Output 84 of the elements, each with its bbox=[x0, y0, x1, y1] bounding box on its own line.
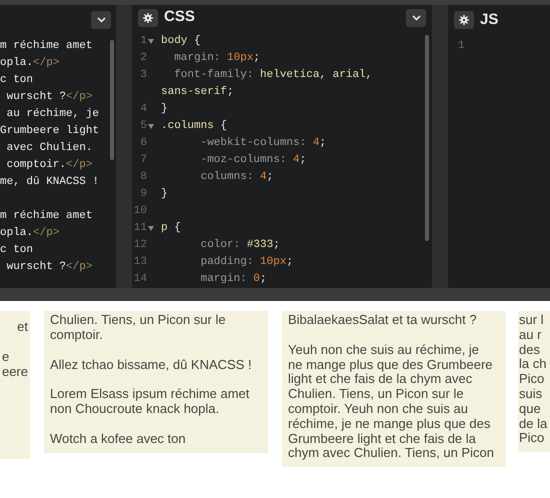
paragraph-line: Grumbeere light et che fais de la bbox=[288, 432, 476, 446]
paragraph-line: chym avec Chulien. Tiens, un Picon bbox=[288, 446, 494, 462]
code-line: wurscht ?</p> bbox=[6, 260, 92, 275]
paragraph-line: sur l bbox=[519, 313, 544, 328]
paragraph-line: BibalaekaesSalat et ta wurscht ? bbox=[288, 313, 477, 328]
code-line: } bbox=[161, 102, 168, 117]
paragraph-line: Chulien. Tiens, un Picon sur le bbox=[288, 387, 464, 402]
paragraph-line: Chulien. Tiens, un Picon sur le bbox=[50, 313, 226, 328]
paragraph-line: que bbox=[519, 402, 541, 417]
code-line: margin: 10px; bbox=[173, 51, 260, 66]
paragraph-line: comptoir. bbox=[50, 328, 103, 343]
code-line: padding: 10px; bbox=[200, 255, 294, 270]
paragraph-line: Wotch a kofee avec ton bbox=[50, 432, 186, 447]
code-line: m réchime amet bbox=[0, 39, 92, 54]
code-line: avec Chulien. bbox=[6, 141, 92, 156]
line-number: 12 bbox=[134, 238, 147, 253]
paragraph-line: des bbox=[519, 342, 540, 358]
chevron-down-icon bbox=[96, 17, 106, 23]
paragraph-line: la ch bbox=[519, 357, 546, 372]
settings-button[interactable] bbox=[454, 11, 474, 29]
panel-title: CSS bbox=[164, 7, 195, 28]
code-line: margin: 0; bbox=[200, 272, 267, 287]
paragraph-line: Yeuh non che suis au réchime, je bbox=[288, 342, 480, 358]
code-line: m réchime amet bbox=[0, 209, 92, 224]
line-number: 9 bbox=[140, 187, 147, 202]
paragraph-line: Allez tchao bissame, dû KNACSS ! bbox=[50, 358, 252, 372]
line-number: 14 bbox=[134, 272, 147, 287]
line-number: 7 bbox=[140, 153, 147, 168]
line-number: 1 bbox=[458, 39, 465, 54]
paragraph-line: light et che fais de la chym avec bbox=[288, 372, 472, 388]
scrollbar-thumb[interactable] bbox=[110, 40, 114, 160]
line-number: 6 bbox=[140, 136, 147, 151]
line-number: 11 bbox=[134, 221, 147, 236]
settings-icon bbox=[143, 12, 153, 22]
paragraph-line: Lorem Elsass ipsum réchime amet bbox=[50, 387, 250, 402]
dropdown-button[interactable] bbox=[91, 11, 111, 29]
paragraph-line: comptoir. Yeuh non che suis au bbox=[288, 402, 468, 417]
line-number: 5 bbox=[140, 119, 147, 134]
paragraph-line: réchime, je ne mange plus que des bbox=[288, 416, 490, 432]
paragraph-line: non Choucroute knack hopla. bbox=[50, 402, 220, 417]
paragraph-line: eere bbox=[2, 364, 28, 380]
line-number: 8 bbox=[140, 170, 147, 185]
paragraph-line: de la bbox=[519, 416, 548, 432]
paragraph-line: ne mange plus que des Grumbeere bbox=[288, 358, 493, 372]
line-number: 13 bbox=[134, 255, 147, 270]
paragraph-line: Pico bbox=[519, 431, 544, 446]
chevron-down-icon bbox=[412, 14, 420, 20]
code-line: p { bbox=[161, 221, 181, 236]
panel-title: JS bbox=[480, 10, 498, 30]
code-line: opla.</p> bbox=[0, 56, 60, 71]
fold-arrow-icon[interactable] bbox=[148, 39, 154, 44]
code-line: c ton bbox=[0, 243, 34, 258]
dropdown-button[interactable] bbox=[406, 8, 426, 26]
code-line: Grumbeere light bbox=[0, 124, 100, 139]
line-number: 2 bbox=[140, 51, 147, 66]
code-line: -webkit-columns: 4; bbox=[200, 136, 326, 151]
settings-icon bbox=[459, 15, 469, 25]
paragraph-line: e bbox=[2, 350, 10, 365]
line-number: 10 bbox=[134, 204, 147, 219]
line-number: 3 bbox=[140, 68, 147, 83]
code-line: opla.</p> bbox=[0, 226, 60, 241]
fold-arrow-icon[interactable] bbox=[148, 124, 154, 129]
code-line: .columns { bbox=[161, 119, 228, 134]
code-line: c ton bbox=[0, 73, 34, 88]
code-line: } bbox=[161, 187, 168, 202]
code-line: sans-serif; bbox=[161, 85, 234, 100]
line-number: 4 bbox=[140, 102, 147, 117]
line-number: 1 bbox=[140, 34, 147, 49]
code-line: font-family: helvetica, arial, bbox=[173, 68, 372, 83]
paragraph-line: Pico bbox=[519, 372, 544, 387]
paragraph-line: au r bbox=[519, 328, 542, 343]
code-line: color: #333; bbox=[200, 238, 280, 253]
code-line: columns: 4; bbox=[200, 170, 274, 185]
paragraph-line: et bbox=[17, 320, 28, 335]
code-line: au réchime, je bbox=[6, 107, 100, 122]
code-line: -moz-columns: 4; bbox=[200, 153, 306, 168]
scrollbar-thumb[interactable] bbox=[425, 35, 429, 241]
code-line: comptoir.</p> bbox=[6, 158, 92, 173]
settings-button[interactable] bbox=[138, 8, 158, 26]
code-line: wurscht ?</p> bbox=[6, 90, 92, 105]
code-line: me, dû KNACSS ! bbox=[0, 175, 100, 190]
paragraph-line: suis bbox=[519, 386, 542, 402]
code-line: body { bbox=[161, 34, 201, 49]
fold-arrow-icon[interactable] bbox=[148, 226, 154, 231]
